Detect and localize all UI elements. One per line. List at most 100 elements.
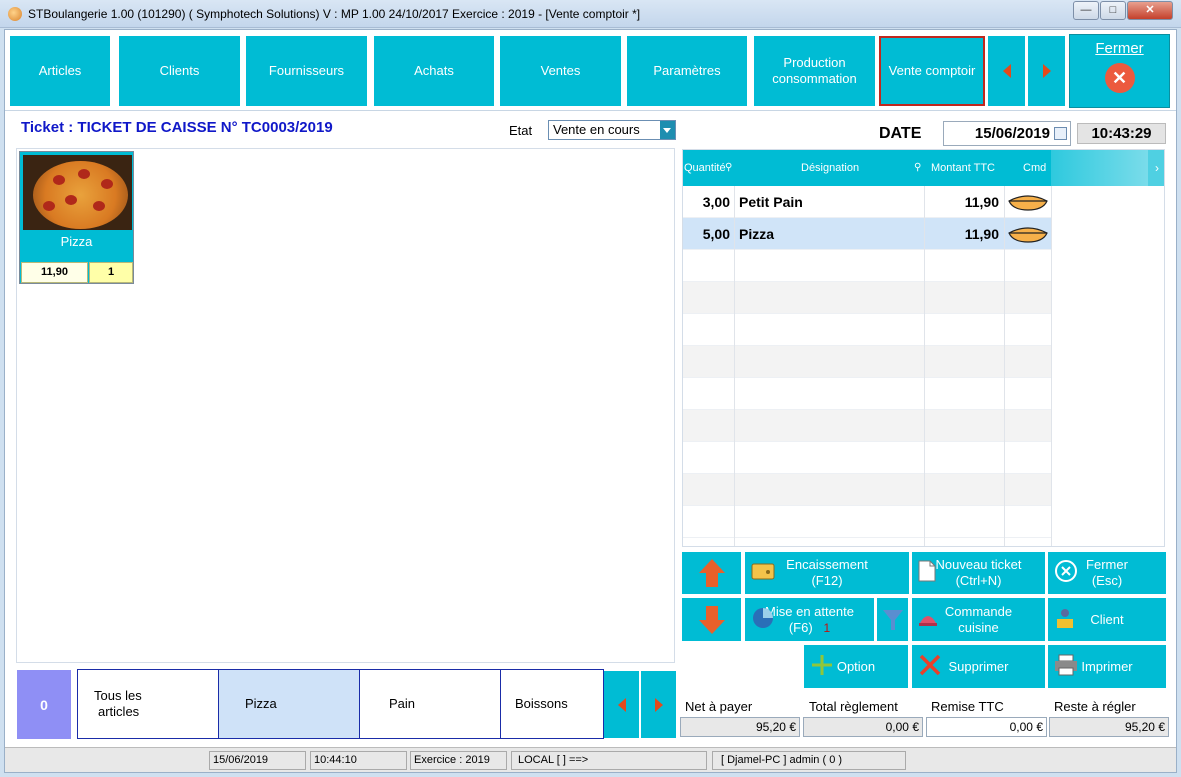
attente-line1: Mise en attente [765, 603, 854, 619]
col-designation[interactable]: Désignation [801, 162, 859, 174]
category-next-button[interactable] [641, 671, 676, 738]
kitchen-order-icon[interactable] [1007, 193, 1049, 211]
clock-icon [751, 606, 775, 634]
articles-pane: Pizza 11,90 1 [16, 148, 675, 663]
move-down-button[interactable] [682, 598, 741, 641]
fermer-esc-line1: Fermer [1086, 557, 1128, 572]
row-designation: Petit Pain [739, 194, 803, 210]
col-montant[interactable]: Montant TTC [931, 162, 995, 174]
pizza-image [23, 155, 132, 230]
category-tous-articles[interactable]: Tous les articles [78, 670, 219, 738]
attente-count: 1 [823, 620, 831, 635]
etat-select[interactable]: Vente en cours [548, 120, 676, 140]
close-window-button[interactable]: ✕ [1127, 1, 1173, 20]
nav-achats[interactable]: Achats [374, 36, 494, 106]
empty-row [683, 282, 1051, 314]
client-button[interactable]: Client [1048, 598, 1166, 641]
nav-vente-comptoir[interactable]: Vente comptoir [879, 36, 985, 106]
fermer-esc-button[interactable]: Fermer (Esc) [1048, 552, 1166, 594]
remise-ttc-input[interactable]: 0,00 € [926, 717, 1047, 737]
empty-row [683, 506, 1051, 538]
nav-articles[interactable]: Articles [10, 36, 110, 106]
status-bar: 15/06/2019 10:44:10 Exercice : 2019 LOCA… [5, 747, 1176, 772]
empty-row [683, 378, 1051, 410]
remise-ttc-label: Remise TTC [931, 699, 1004, 714]
wallet-icon [751, 561, 775, 585]
commande-cuisine-button[interactable]: Commande cuisine [912, 598, 1045, 641]
category-pizza[interactable]: Pizza [219, 670, 360, 738]
row-designation: Pizza [739, 226, 775, 242]
chevron-down-icon[interactable] [660, 121, 675, 139]
cloche-icon [918, 607, 938, 633]
status-local: LOCAL [ ] ==> [511, 751, 707, 770]
encaissement-button[interactable]: Encaissement (F12) [745, 552, 909, 594]
nav-prev-button[interactable] [988, 36, 1025, 106]
col-cmd[interactable]: Cmd [1023, 162, 1046, 174]
mise-en-attente-button[interactable]: Mise en attente (F6) 1 [745, 598, 874, 641]
nav-ventes[interactable]: Ventes [500, 36, 621, 106]
nav-production-line2: consommation [772, 71, 857, 86]
article-qty: 1 [89, 262, 133, 283]
nav-fournisseurs[interactable]: Fournisseurs [246, 36, 367, 106]
encaissement-line2: (F12) [811, 573, 843, 588]
option-button[interactable]: Option [804, 645, 908, 688]
encaissement-line1: Encaissement [786, 557, 868, 572]
calendar-icon[interactable] [1054, 127, 1067, 140]
net-a-payer-value: 95,20 € [680, 717, 800, 737]
kitchen-order-icon[interactable] [1007, 225, 1049, 243]
close-circle-icon: ✕ [1104, 63, 1135, 93]
ticket-lines-grid: Quantité ⚲ Désignation ⚲ Montant TTC Cmd… [682, 149, 1165, 547]
nav-production[interactable]: Production consommation [754, 36, 875, 106]
table-row[interactable]: 5,00 Pizza 11,90 [683, 218, 1051, 250]
printer-icon [1054, 654, 1078, 680]
imprimer-button[interactable]: Imprimer [1048, 645, 1166, 688]
supprimer-label: Supprimer [948, 658, 1009, 674]
imprimer-label: Imprimer [1081, 658, 1133, 674]
minimize-button[interactable]: — [1073, 1, 1099, 20]
row-qty: 3,00 [702, 194, 730, 210]
nav-parametres[interactable]: Paramètres [627, 36, 747, 106]
move-up-button[interactable] [682, 552, 741, 594]
maximize-button[interactable]: □ [1100, 1, 1126, 20]
article-card-pizza[interactable]: Pizza 11,90 1 [19, 151, 134, 284]
scroll-right-icon[interactable]: › [1148, 150, 1164, 186]
total-reglement-value: 0,00 € [803, 717, 923, 737]
date-label: DATE [879, 125, 922, 142]
divider [5, 110, 1176, 111]
delete-x-icon [918, 653, 942, 681]
search-icon[interactable]: ⚲ [914, 162, 921, 173]
col-quantite[interactable]: Quantité [684, 162, 726, 174]
user-icon [1054, 607, 1076, 633]
nav-next-button[interactable] [1028, 36, 1065, 106]
option-label: Option [836, 658, 876, 674]
status-date: 15/06/2019 [209, 751, 306, 770]
arrow-right-icon [654, 697, 663, 712]
supprimer-button[interactable]: Supprimer [912, 645, 1045, 688]
status-empty [5, 751, 205, 770]
grid-header: Quantité ⚲ Désignation ⚲ Montant TTC Cmd… [683, 150, 1164, 186]
row-montant: 11,90 [964, 226, 999, 242]
arrow-left-icon [617, 697, 626, 712]
category-bar: Tous les articles Pizza Pain Boissons [77, 669, 604, 739]
filter-button[interactable] [877, 598, 908, 641]
table-row[interactable]: 3,00 Petit Pain 11,90 [683, 186, 1051, 218]
reste-a-regler-value: 95,20 € [1049, 717, 1169, 737]
fermer-main-button[interactable]: Fermer ✕ [1069, 34, 1170, 108]
total-reglement-label: Total règlement [809, 699, 898, 714]
window-title: STBoulangerie 1.00 (101290) ( Symphotech… [28, 7, 641, 21]
date-field[interactable]: 15/06/2019 [943, 121, 1071, 146]
category-prev-button[interactable] [604, 671, 639, 738]
category-boissons[interactable]: Boissons [501, 670, 603, 738]
nav-clients[interactable]: Clients [119, 36, 240, 106]
nouveau-line2: (Ctrl+N) [955, 573, 1002, 588]
etat-label: Etat [509, 123, 533, 138]
status-user: [ Djamel-PC ] admin ( 0 ) [712, 751, 906, 770]
article-price: 11,90 [21, 262, 88, 283]
new-document-icon [918, 560, 936, 586]
search-icon[interactable]: ⚲ [725, 162, 732, 173]
category-pain[interactable]: Pain [360, 670, 501, 738]
commande-line2: cuisine [958, 619, 999, 635]
category-count: 0 [17, 670, 71, 739]
title-bar: STBoulangerie 1.00 (101290) ( Symphotech… [0, 0, 1181, 28]
nouveau-ticket-button[interactable]: Nouveau ticket (Ctrl+N) [912, 552, 1045, 594]
